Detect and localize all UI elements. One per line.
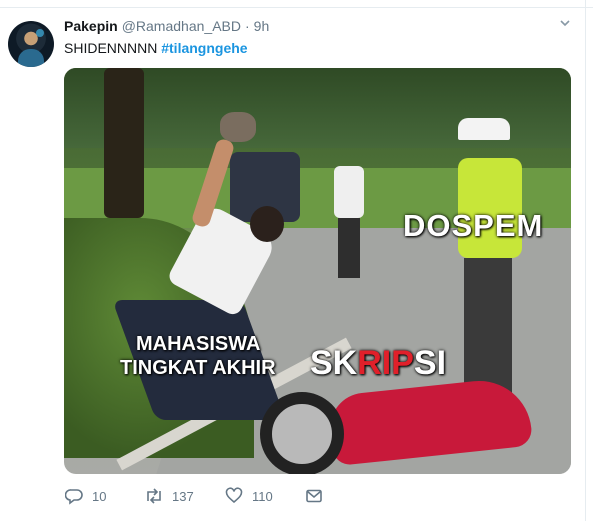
- user-handle[interactable]: @Ramadhan_ABD: [122, 18, 241, 34]
- police-cap: [458, 118, 510, 140]
- reply-count: 10: [92, 488, 107, 504]
- avatar-light: [36, 29, 44, 37]
- chevron-down-icon[interactable]: [556, 16, 574, 34]
- reply-icon: [64, 486, 84, 506]
- like-count: 110: [252, 488, 273, 504]
- envelope-icon: [304, 486, 324, 506]
- hashtag-link[interactable]: #tilangngehe: [161, 40, 247, 56]
- avatar-figure: [18, 49, 44, 67]
- bystander: [334, 148, 364, 278]
- tweet-text-plain: SHIDENNNNN: [64, 40, 158, 56]
- student-head: [250, 206, 284, 242]
- caption-mahasiswa-line1: MAHASISWA: [136, 333, 261, 355]
- reply-button[interactable]: 10: [64, 486, 106, 506]
- avatar[interactable]: [8, 21, 54, 67]
- caption-dospem: DOSPEM: [403, 208, 544, 243]
- tweet-header: Pakepin @Ramadhan_ABD · 9h: [64, 18, 269, 36]
- caption-skripsi-part-c: SI: [413, 344, 447, 382]
- caption-skripsi-part-a: SK: [310, 344, 358, 382]
- motorcycle-wheel: [260, 392, 344, 474]
- bystander-shirt: [334, 166, 364, 218]
- rock: [220, 112, 256, 142]
- right-divider: [585, 0, 586, 521]
- bystander-pants: [338, 218, 360, 278]
- retweet-icon: [144, 486, 164, 506]
- caption-mahasiswa-line2: TINGKAT AKHIR: [120, 357, 276, 379]
- tweet-media-image[interactable]: DOSPEM MAHASISWA TINGKAT AKHIR SKRIPSI: [64, 68, 571, 474]
- timestamp[interactable]: 9h: [254, 18, 270, 34]
- retweet-button[interactable]: 137: [144, 486, 194, 506]
- caption-skripsi-part-b: RIP: [357, 344, 414, 382]
- like-button[interactable]: 110: [224, 486, 273, 506]
- motorcycle: [260, 368, 540, 474]
- message-button[interactable]: [304, 486, 324, 506]
- caption-skripsi: SKRIPSI: [310, 344, 446, 383]
- tweet-text: SHIDENNNNN #tilangngehe: [64, 40, 248, 56]
- separator-dot: ·: [244, 18, 250, 34]
- heart-icon: [224, 486, 244, 506]
- top-divider: [0, 0, 593, 8]
- tree-trunk: [104, 68, 144, 218]
- motorcycle-body: [326, 375, 534, 467]
- retweet-count: 137: [172, 488, 194, 504]
- display-name[interactable]: Pakepin: [64, 18, 118, 34]
